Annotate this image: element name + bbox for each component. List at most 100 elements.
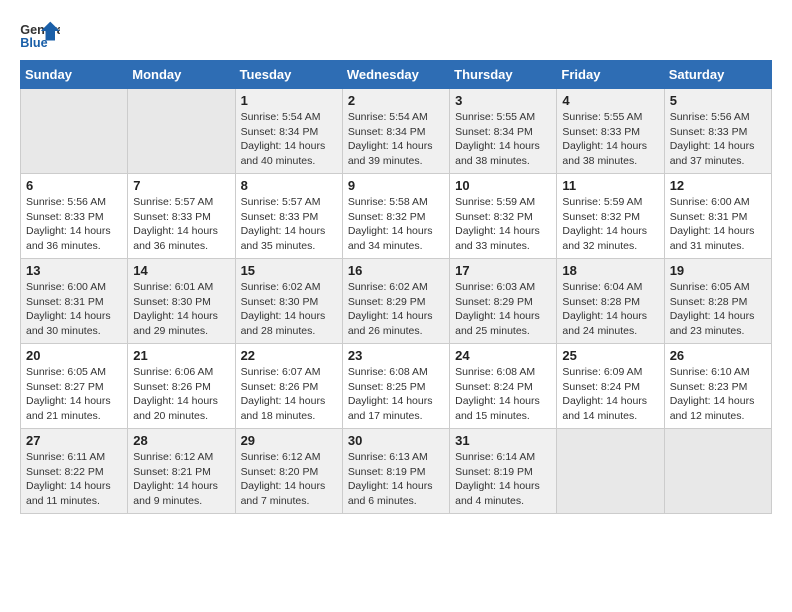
day-number: 1 <box>241 93 337 108</box>
day-number: 23 <box>348 348 444 363</box>
calendar-day-cell <box>128 89 235 174</box>
calendar-week-row: 1 Sunrise: 5:54 AMSunset: 8:34 PMDaylight… <box>21 89 772 174</box>
day-info: Sunrise: 5:55 AMSunset: 8:33 PMDaylight:… <box>562 110 658 169</box>
calendar-day-cell: 16 Sunrise: 6:02 AMSunset: 8:29 PMDayligh… <box>342 259 449 344</box>
calendar-day-cell: 4 Sunrise: 5:55 AMSunset: 8:33 PMDaylight… <box>557 89 664 174</box>
day-number: 6 <box>26 178 122 193</box>
calendar-day-cell: 11Sunrise: 5:59 AMSunset: 8:32 PMDayligh… <box>557 174 664 259</box>
calendar-day-cell: 24 Sunrise: 6:08 AMSunset: 8:24 PMDayligh… <box>450 344 557 429</box>
day-info: Sunrise: 6:00 AMSunset: 8:31 PMDaylight:… <box>670 195 766 254</box>
day-info: Sunrise: 6:04 AMSunset: 8:28 PMDaylight:… <box>562 280 658 339</box>
day-info: Sunrise: 6:12 AMSunset: 8:20 PMDaylight:… <box>241 450 337 509</box>
day-number: 28 <box>133 433 229 448</box>
day-number: 25 <box>562 348 658 363</box>
day-info: Sunrise: 5:54 AMSunset: 8:34 PMDaylight:… <box>348 110 444 169</box>
day-info: Sunrise: 6:02 AMSunset: 8:30 PMDaylight:… <box>241 280 337 339</box>
calendar-week-row: 13 Sunrise: 6:00 AMSunset: 8:31 PMDayligh… <box>21 259 772 344</box>
calendar-day-cell: 30Sunrise: 6:13 AMSunset: 8:19 PMDayligh… <box>342 429 449 514</box>
calendar-day-cell: 8 Sunrise: 5:57 AMSunset: 8:33 PMDaylight… <box>235 174 342 259</box>
day-number: 14 <box>133 263 229 278</box>
calendar-day-cell <box>664 429 771 514</box>
day-number: 22 <box>241 348 337 363</box>
day-of-week-header: Sunday <box>21 61 128 89</box>
logo: General Blue <box>20 20 60 50</box>
day-number: 16 <box>348 263 444 278</box>
day-of-week-header: Friday <box>557 61 664 89</box>
calendar-week-row: 6 Sunrise: 5:56 AMSunset: 8:33 PMDaylight… <box>21 174 772 259</box>
day-info: Sunrise: 5:56 AMSunset: 8:33 PMDaylight:… <box>670 110 766 169</box>
day-number: 29 <box>241 433 337 448</box>
day-info: Sunrise: 6:08 AMSunset: 8:24 PMDaylight:… <box>455 365 551 424</box>
day-info: Sunrise: 6:10 AMSunset: 8:23 PMDaylight:… <box>670 365 766 424</box>
day-info: Sunrise: 6:03 AMSunset: 8:29 PMDaylight:… <box>455 280 551 339</box>
day-number: 3 <box>455 93 551 108</box>
day-number: 15 <box>241 263 337 278</box>
day-number: 8 <box>241 178 337 193</box>
calendar-day-cell <box>557 429 664 514</box>
calendar-header-row: SundayMondayTuesdayWednesdayThursdayFrid… <box>21 61 772 89</box>
day-info: Sunrise: 5:55 AMSunset: 8:34 PMDaylight:… <box>455 110 551 169</box>
day-number: 9 <box>348 178 444 193</box>
calendar-day-cell: 7Sunrise: 5:57 AMSunset: 8:33 PMDaylight… <box>128 174 235 259</box>
logo-icon: General Blue <box>20 20 60 50</box>
day-number: 4 <box>562 93 658 108</box>
day-number: 5 <box>670 93 766 108</box>
day-info: Sunrise: 6:14 AMSunset: 8:19 PMDaylight:… <box>455 450 551 509</box>
calendar-day-cell: 2 Sunrise: 5:54 AMSunset: 8:34 PMDaylight… <box>342 89 449 174</box>
day-info: Sunrise: 6:01 AMSunset: 8:30 PMDaylight:… <box>133 280 229 339</box>
day-of-week-header: Thursday <box>450 61 557 89</box>
day-info: Sunrise: 6:11 AMSunset: 8:22 PMDaylight:… <box>26 450 122 509</box>
calendar-day-cell: 25Sunrise: 6:09 AMSunset: 8:24 PMDayligh… <box>557 344 664 429</box>
calendar-day-cell: 22 Sunrise: 6:07 AMSunset: 8:26 PMDayligh… <box>235 344 342 429</box>
day-number: 19 <box>670 263 766 278</box>
day-number: 13 <box>26 263 122 278</box>
day-info: Sunrise: 6:07 AMSunset: 8:26 PMDaylight:… <box>241 365 337 424</box>
day-number: 2 <box>348 93 444 108</box>
day-info: Sunrise: 6:00 AMSunset: 8:31 PMDaylight:… <box>26 280 122 339</box>
calendar-day-cell: 13 Sunrise: 6:00 AMSunset: 8:31 PMDayligh… <box>21 259 128 344</box>
day-number: 18 <box>562 263 658 278</box>
day-info: Sunrise: 6:05 AMSunset: 8:28 PMDaylight:… <box>670 280 766 339</box>
day-info: Sunrise: 6:13 AMSunset: 8:19 PMDaylight:… <box>348 450 444 509</box>
day-info: Sunrise: 6:06 AMSunset: 8:26 PMDaylight:… <box>133 365 229 424</box>
day-info: Sunrise: 5:56 AMSunset: 8:33 PMDaylight:… <box>26 195 122 254</box>
calendar-day-cell: 5 Sunrise: 5:56 AMSunset: 8:33 PMDaylight… <box>664 89 771 174</box>
day-info: Sunrise: 5:58 AMSunset: 8:32 PMDaylight:… <box>348 195 444 254</box>
day-number: 26 <box>670 348 766 363</box>
day-of-week-header: Saturday <box>664 61 771 89</box>
day-of-week-header: Monday <box>128 61 235 89</box>
day-number: 10 <box>455 178 551 193</box>
calendar-day-cell: 6 Sunrise: 5:56 AMSunset: 8:33 PMDaylight… <box>21 174 128 259</box>
calendar-day-cell <box>21 89 128 174</box>
calendar-week-row: 20Sunrise: 6:05 AMSunset: 8:27 PMDayligh… <box>21 344 772 429</box>
day-info: Sunrise: 6:12 AMSunset: 8:21 PMDaylight:… <box>133 450 229 509</box>
svg-text:Blue: Blue <box>20 36 47 50</box>
calendar-day-cell: 15 Sunrise: 6:02 AMSunset: 8:30 PMDayligh… <box>235 259 342 344</box>
calendar-day-cell: 17Sunrise: 6:03 AMSunset: 8:29 PMDayligh… <box>450 259 557 344</box>
day-info: Sunrise: 5:57 AMSunset: 8:33 PMDaylight:… <box>133 195 229 254</box>
day-info: Sunrise: 5:54 AMSunset: 8:34 PMDaylight:… <box>241 110 337 169</box>
calendar-day-cell: 21Sunrise: 6:06 AMSunset: 8:26 PMDayligh… <box>128 344 235 429</box>
day-info: Sunrise: 6:02 AMSunset: 8:29 PMDaylight:… <box>348 280 444 339</box>
day-number: 24 <box>455 348 551 363</box>
calendar-day-cell: 3 Sunrise: 5:55 AMSunset: 8:34 PMDaylight… <box>450 89 557 174</box>
page-header: General Blue <box>20 20 772 50</box>
day-info: Sunrise: 5:59 AMSunset: 8:32 PMDaylight:… <box>562 195 658 254</box>
day-number: 31 <box>455 433 551 448</box>
day-info: Sunrise: 5:57 AMSunset: 8:33 PMDaylight:… <box>241 195 337 254</box>
day-info: Sunrise: 5:59 AMSunset: 8:32 PMDaylight:… <box>455 195 551 254</box>
calendar-day-cell: 12Sunrise: 6:00 AMSunset: 8:31 PMDayligh… <box>664 174 771 259</box>
calendar-day-cell: 20Sunrise: 6:05 AMSunset: 8:27 PMDayligh… <box>21 344 128 429</box>
day-of-week-header: Wednesday <box>342 61 449 89</box>
day-info: Sunrise: 6:08 AMSunset: 8:25 PMDaylight:… <box>348 365 444 424</box>
day-info: Sunrise: 6:05 AMSunset: 8:27 PMDaylight:… <box>26 365 122 424</box>
calendar-day-cell: 19 Sunrise: 6:05 AMSunset: 8:28 PMDayligh… <box>664 259 771 344</box>
calendar-day-cell: 28 Sunrise: 6:12 AMSunset: 8:21 PMDayligh… <box>128 429 235 514</box>
calendar-day-cell: 18 Sunrise: 6:04 AMSunset: 8:28 PMDayligh… <box>557 259 664 344</box>
calendar-day-cell: 10 Sunrise: 5:59 AMSunset: 8:32 PMDayligh… <box>450 174 557 259</box>
calendar-day-cell: 9 Sunrise: 5:58 AMSunset: 8:32 PMDaylight… <box>342 174 449 259</box>
calendar-day-cell: 27Sunrise: 6:11 AMSunset: 8:22 PMDayligh… <box>21 429 128 514</box>
calendar-day-cell: 31 Sunrise: 6:14 AMSunset: 8:19 PMDayligh… <box>450 429 557 514</box>
calendar-day-cell: 26 Sunrise: 6:10 AMSunset: 8:23 PMDayligh… <box>664 344 771 429</box>
calendar-table: SundayMondayTuesdayWednesdayThursdayFrid… <box>20 60 772 514</box>
